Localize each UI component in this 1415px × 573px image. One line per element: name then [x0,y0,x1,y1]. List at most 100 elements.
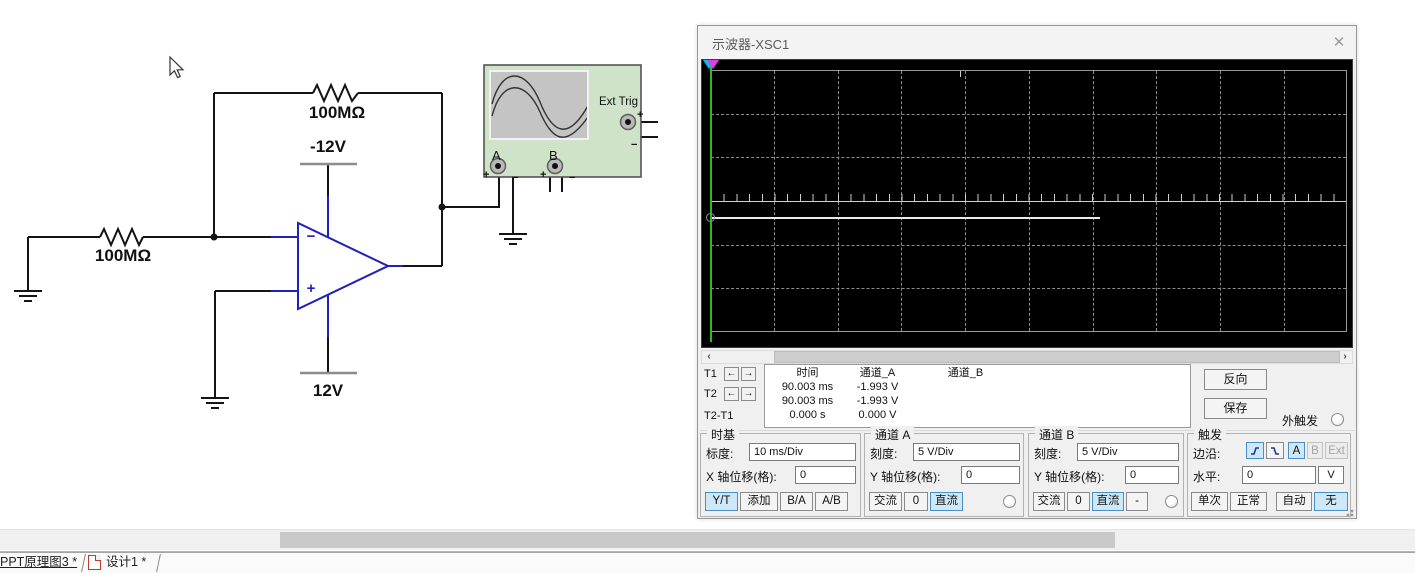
channel-a-group: 通道 A 刻度: Y 轴位移(格): 交流 0 直流 [864,426,1024,517]
oscilloscope-window: 示波器-XSC1 ✕ ‹ › T1 ← → T2 ← → T2-T1 时间 通道… [697,25,1357,519]
ext-trig-minus: − [631,139,638,151]
channel-b-title: 通道 B [1035,426,1079,443]
trigger-source-b-button[interactable]: B [1307,442,1323,459]
channel-b-zero-button[interactable]: 0 [1067,492,1090,511]
trigger-source-a-button[interactable]: A [1288,442,1305,459]
single-mode-button[interactable]: 单次 [1191,492,1228,511]
scale-label: 刻度: [870,447,898,461]
rising-edge-icon[interactable] [1246,442,1264,459]
trigger-level-unit[interactable]: V [1318,466,1344,484]
channel-a-title: 通道 A [871,426,915,443]
channel-b-dc-button[interactable]: 直流 [1092,492,1124,511]
workspace-scrollbar[interactable] [0,529,1415,550]
schematic-file-icon [88,555,101,570]
level-label: 水平: [1193,470,1221,484]
screen-scrollbar[interactable]: ‹ › [701,350,1353,364]
channel-a-zero-button[interactable]: 0 [904,492,928,511]
circuit-schematic [14,55,658,409]
timebase-scale-input[interactable] [749,443,856,461]
trigger-group: 触发 边沿: A B Ext 水平: V 单次 正常 自动 无 [1187,426,1351,517]
tab-label: PPT原理图3 * [0,555,78,569]
close-icon[interactable]: ✕ [1329,33,1349,53]
multisim-canvas: 100MΩ 100MΩ -12V 12V − + Ext Trig A B + … [0,0,1415,573]
channel-a-scale-input[interactable] [913,443,1020,461]
terminal-b-minus: − [569,172,576,184]
add-mode-button[interactable]: 添加 [740,492,778,511]
channel-b-trigger-radio[interactable] [1165,495,1178,508]
trigger-level-input[interactable] [1242,466,1316,484]
measurement-readout: 时间 通道_A 通道_B 90.003 ms -1.993 V 90.003 m… [764,364,1191,428]
channel-b-scale-input[interactable] [1077,443,1179,461]
divider [700,430,1355,431]
normal-mode-button[interactable]: 正常 [1230,492,1267,511]
resize-grip[interactable] [1342,505,1354,517]
oscilloscope-icon [483,64,642,178]
channel-a-dc-button[interactable]: 直流 [930,492,963,511]
design-tab-bar: PPT原理图3 * 设计1 * [0,553,1415,573]
channel-b-minus-button[interactable]: - [1126,492,1148,511]
reverse-button[interactable]: 反向 [1204,369,1267,390]
title-bar[interactable]: 示波器-XSC1 ✕ [698,26,1356,59]
ba-mode-button[interactable]: B/A [780,492,813,511]
t2-cha: -1.993 V [856,395,899,407]
edge-label: 边沿: [1193,447,1221,461]
terminal-a-plus: + [483,169,490,181]
axis-tick-marks [711,194,1346,201]
channel-a-trace [711,217,1100,219]
opamp [271,196,403,337]
scope-terminal-a-label: A [492,148,501,163]
cursor-t2-handle-icon[interactable] [707,60,719,69]
input-resistor-label: 100MΩ [94,246,152,265]
t1-left-arrow-button[interactable]: ← [724,367,739,381]
scroll-right-icon[interactable]: › [1338,351,1352,363]
col-channel-b-header: 通道_B [947,367,984,379]
channel-b-y-position-input[interactable] [1125,466,1179,484]
ext-trig-plus: + [637,109,644,121]
channel-a-trigger-radio[interactable] [1003,495,1016,508]
feedback-resistor-label: 100MΩ [308,103,366,122]
trigger-source-ext-button[interactable]: Ext [1325,442,1348,459]
y-position-label: Y 轴位移(格): [1034,470,1105,484]
scope-terminal-b-label: B [549,148,558,163]
x-position-input[interactable] [795,466,856,484]
time-axis [711,201,1346,202]
window-title: 示波器-XSC1 [712,37,790,52]
trigger-title: 触发 [1194,426,1227,443]
tab-ppt-schematic3[interactable]: PPT原理图3 * [0,553,80,573]
save-button[interactable]: 保存 [1204,398,1267,419]
ext-trig-terminal-label: Ext Trig [599,96,638,108]
auto-mode-button[interactable]: 自动 [1276,492,1312,511]
scale-label: 刻度: [1034,447,1062,461]
dt-cha: 0.000 V [858,409,897,421]
col-channel-a-header: 通道_A [859,367,896,379]
scrollbar-thumb[interactable] [774,351,1340,363]
channel-b-group: 通道 B 刻度: Y 轴位移(格): 交流 0 直流 - [1028,426,1184,517]
mouse-cursor-icon [169,55,185,79]
negative-supply-label: -12V [310,137,346,156]
falling-edge-icon[interactable] [1266,442,1284,459]
positive-supply-label: 12V [312,381,344,400]
scope-screen [701,59,1353,348]
x-position-label: X 轴位移(格): [706,470,777,484]
channel-a-ac-button[interactable]: 交流 [869,492,902,511]
ab-mode-button[interactable]: A/B [815,492,848,511]
t2-left-arrow-button[interactable]: ← [724,387,739,401]
tab-design1[interactable]: 设计1 * [88,553,156,573]
scale-label: 标度: [706,447,734,461]
opamp-minus-sign: − [306,228,316,245]
scroll-left-icon[interactable]: ‹ [702,351,716,363]
channel-b-ac-button[interactable]: 交流 [1033,492,1065,511]
workspace-scrollbar-thumb[interactable] [280,532,1115,548]
t1-right-arrow-button[interactable]: → [741,367,756,381]
channel-a-y-position-input[interactable] [961,466,1020,484]
t1-cha: -1.993 V [856,381,899,393]
yt-mode-button[interactable]: Y/T [705,492,738,511]
tab-label: 设计1 * [106,555,147,569]
t2-right-arrow-button[interactable]: → [741,387,756,401]
ext-trigger-label: 外触发 [1282,414,1319,428]
time-cursor-line[interactable] [710,62,712,342]
cursor-t2-label: T2 [704,388,717,400]
y-position-label: Y 轴位移(格): [870,470,941,484]
ext-trigger-radio[interactable] [1331,413,1344,426]
cursor-t1-label: T1 [704,368,717,380]
